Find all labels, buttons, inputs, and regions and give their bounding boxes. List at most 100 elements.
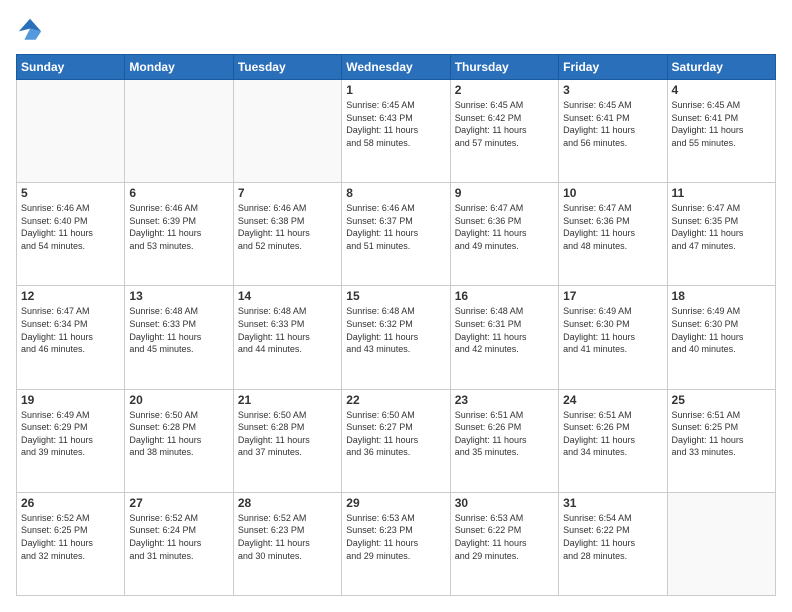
day-info: Sunrise: 6:45 AM Sunset: 6:43 PM Dayligh… [346,99,445,149]
calendar-cell: 16Sunrise: 6:48 AM Sunset: 6:31 PM Dayli… [450,286,558,389]
weekday-header-sunday: Sunday [17,55,125,80]
calendar-cell: 22 Sunrise: 6:50 AM Sunset: 6:27 PM Dayli… [342,389,450,492]
day-info: Sunrise: 6:47 AM Sunset: 6:34 PM Dayligh… [21,305,120,355]
day-number: 18 [672,289,771,303]
day-info: Sunrise: 6:47 AM Sunset: 6:35 PM Dayligh… [672,202,771,252]
calendar-cell: 6 Sunrise: 6:46 AM Sunset: 6:39 PM Daylig… [125,183,233,286]
page: SundayMondayTuesdayWednesdayThursdayFrid… [0,0,792,612]
calendar-week-5: 26 Sunrise: 6:52 AM Sunset: 6:25 PM Dayli… [17,492,776,595]
day-info: Sunrise: 6:47 AM Sunset: 6:36 PM Dayligh… [455,202,554,252]
calendar-cell: 9Sunrise: 6:47 AM Sunset: 6:36 PM Daylig… [450,183,558,286]
day-number: 22 [346,393,445,407]
day-number: 24 [563,393,662,407]
calendar-week-4: 19Sunrise: 6:49 AM Sunset: 6:29 PM Dayli… [17,389,776,492]
calendar-week-1: 1 Sunrise: 6:45 AM Sunset: 6:43 PM Daylig… [17,80,776,183]
weekday-header-saturday: Saturday [667,55,775,80]
day-info: Sunrise: 6:48 AM Sunset: 6:33 PM Dayligh… [129,305,228,355]
day-info: Sunrise: 6:49 AM Sunset: 6:29 PM Dayligh… [21,409,120,459]
day-number: 25 [672,393,771,407]
calendar-cell: 13Sunrise: 6:48 AM Sunset: 6:33 PM Dayli… [125,286,233,389]
logo [16,16,47,44]
calendar-cell: 26 Sunrise: 6:52 AM Sunset: 6:25 PM Dayli… [17,492,125,595]
day-info: Sunrise: 6:51 AM Sunset: 6:26 PM Dayligh… [563,409,662,459]
day-info: Sunrise: 6:49 AM Sunset: 6:30 PM Dayligh… [672,305,771,355]
day-info: Sunrise: 6:54 AM Sunset: 6:22 PM Dayligh… [563,512,662,562]
day-number: 30 [455,496,554,510]
calendar-cell: 1 Sunrise: 6:45 AM Sunset: 6:43 PM Daylig… [342,80,450,183]
calendar-cell: 11 Sunrise: 6:47 AM Sunset: 6:35 PM Dayli… [667,183,775,286]
day-number: 31 [563,496,662,510]
calendar-cell: 25Sunrise: 6:51 AM Sunset: 6:25 PM Dayli… [667,389,775,492]
day-info: Sunrise: 6:50 AM Sunset: 6:27 PM Dayligh… [346,409,445,459]
day-number: 23 [455,393,554,407]
day-number: 26 [21,496,120,510]
weekday-row: SundayMondayTuesdayWednesdayThursdayFrid… [17,55,776,80]
day-info: Sunrise: 6:45 AM Sunset: 6:41 PM Dayligh… [563,99,662,149]
day-number: 17 [563,289,662,303]
day-info: Sunrise: 6:50 AM Sunset: 6:28 PM Dayligh… [129,409,228,459]
day-info: Sunrise: 6:52 AM Sunset: 6:23 PM Dayligh… [238,512,337,562]
calendar-cell [125,80,233,183]
day-info: Sunrise: 6:45 AM Sunset: 6:42 PM Dayligh… [455,99,554,149]
calendar-cell: 4 Sunrise: 6:45 AM Sunset: 6:41 PM Daylig… [667,80,775,183]
day-number: 5 [21,186,120,200]
day-info: Sunrise: 6:52 AM Sunset: 6:24 PM Dayligh… [129,512,228,562]
day-number: 29 [346,496,445,510]
calendar-table: SundayMondayTuesdayWednesdayThursdayFrid… [16,54,776,596]
calendar-cell: 28Sunrise: 6:52 AM Sunset: 6:23 PM Dayli… [233,492,341,595]
weekday-header-tuesday: Tuesday [233,55,341,80]
calendar-cell: 15Sunrise: 6:48 AM Sunset: 6:32 PM Dayli… [342,286,450,389]
day-info: Sunrise: 6:45 AM Sunset: 6:41 PM Dayligh… [672,99,771,149]
calendar-cell [233,80,341,183]
day-number: 20 [129,393,228,407]
weekday-header-wednesday: Wednesday [342,55,450,80]
calendar-cell: 31 Sunrise: 6:54 AM Sunset: 6:22 PM Dayli… [559,492,667,595]
calendar-week-2: 5 Sunrise: 6:46 AM Sunset: 6:40 PM Daylig… [17,183,776,286]
day-info: Sunrise: 6:52 AM Sunset: 6:25 PM Dayligh… [21,512,120,562]
calendar-cell: 24 Sunrise: 6:51 AM Sunset: 6:26 PM Dayli… [559,389,667,492]
calendar-body: 1 Sunrise: 6:45 AM Sunset: 6:43 PM Daylig… [17,80,776,596]
day-number: 1 [346,83,445,97]
day-info: Sunrise: 6:47 AM Sunset: 6:36 PM Dayligh… [563,202,662,252]
day-number: 27 [129,496,228,510]
calendar-cell: 30Sunrise: 6:53 AM Sunset: 6:22 PM Dayli… [450,492,558,595]
day-info: Sunrise: 6:48 AM Sunset: 6:32 PM Dayligh… [346,305,445,355]
calendar-cell: 17 Sunrise: 6:49 AM Sunset: 6:30 PM Dayli… [559,286,667,389]
day-number: 4 [672,83,771,97]
calendar-cell: 3Sunrise: 6:45 AM Sunset: 6:41 PM Daylig… [559,80,667,183]
calendar-cell: 12 Sunrise: 6:47 AM Sunset: 6:34 PM Dayli… [17,286,125,389]
calendar-cell [667,492,775,595]
day-number: 10 [563,186,662,200]
calendar-cell: 20 Sunrise: 6:50 AM Sunset: 6:28 PM Dayli… [125,389,233,492]
calendar-cell [17,80,125,183]
calendar-header: SundayMondayTuesdayWednesdayThursdayFrid… [17,55,776,80]
day-number: 12 [21,289,120,303]
day-info: Sunrise: 6:49 AM Sunset: 6:30 PM Dayligh… [563,305,662,355]
calendar-cell: 27 Sunrise: 6:52 AM Sunset: 6:24 PM Dayli… [125,492,233,595]
calendar-cell: 7 Sunrise: 6:46 AM Sunset: 6:38 PM Daylig… [233,183,341,286]
day-info: Sunrise: 6:46 AM Sunset: 6:40 PM Dayligh… [21,202,120,252]
header [16,16,776,44]
calendar-cell: 18 Sunrise: 6:49 AM Sunset: 6:30 PM Dayli… [667,286,775,389]
day-number: 16 [455,289,554,303]
day-number: 11 [672,186,771,200]
calendar-cell: 29 Sunrise: 6:53 AM Sunset: 6:23 PM Dayli… [342,492,450,595]
day-number: 6 [129,186,228,200]
calendar-cell: 23 Sunrise: 6:51 AM Sunset: 6:26 PM Dayli… [450,389,558,492]
calendar-week-3: 12 Sunrise: 6:47 AM Sunset: 6:34 PM Dayli… [17,286,776,389]
day-info: Sunrise: 6:46 AM Sunset: 6:38 PM Dayligh… [238,202,337,252]
calendar-cell: 8Sunrise: 6:46 AM Sunset: 6:37 PM Daylig… [342,183,450,286]
calendar-cell: 2 Sunrise: 6:45 AM Sunset: 6:42 PM Daylig… [450,80,558,183]
calendar-cell: 14 Sunrise: 6:48 AM Sunset: 6:33 PM Dayli… [233,286,341,389]
day-number: 2 [455,83,554,97]
calendar-cell: 19Sunrise: 6:49 AM Sunset: 6:29 PM Dayli… [17,389,125,492]
day-number: 21 [238,393,337,407]
day-info: Sunrise: 6:53 AM Sunset: 6:23 PM Dayligh… [346,512,445,562]
day-number: 14 [238,289,337,303]
day-info: Sunrise: 6:48 AM Sunset: 6:33 PM Dayligh… [238,305,337,355]
day-info: Sunrise: 6:46 AM Sunset: 6:37 PM Dayligh… [346,202,445,252]
day-number: 7 [238,186,337,200]
day-info: Sunrise: 6:51 AM Sunset: 6:26 PM Dayligh… [455,409,554,459]
day-info: Sunrise: 6:46 AM Sunset: 6:39 PM Dayligh… [129,202,228,252]
weekday-header-monday: Monday [125,55,233,80]
